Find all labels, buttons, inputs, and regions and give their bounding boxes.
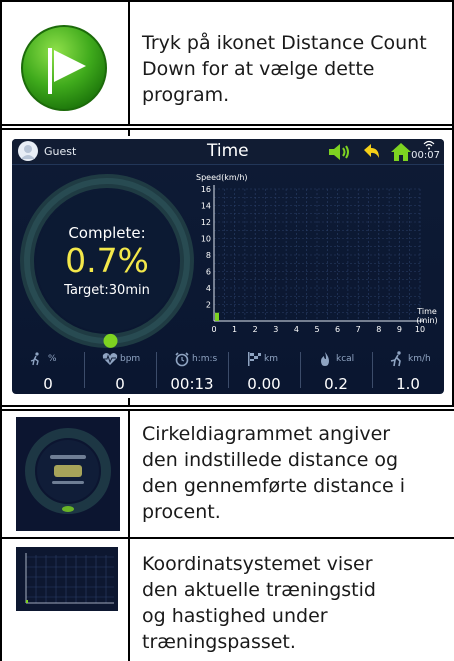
treadmill-screen: Guest Time 00:07 Complete: 0.7% Target:3… [12,139,444,394]
y-tick-label: 10 [201,235,211,244]
target-label: Target:30min [64,283,150,298]
y-tick-label: 16 [201,185,211,194]
x-tick-label: 8 [376,325,381,334]
back-arrow-icon[interactable] [362,142,382,162]
row-divider-2b [0,409,454,411]
col-divider-row3 [128,411,130,537]
complete-label: Complete: [68,224,146,242]
stats-bar: % 0 bpm 0 h:m:s 00:13 km 0.00 kcal 0.2 km/h 1.0 [12,346,444,394]
avatar-icon[interactable] [18,141,38,161]
instruction-line: Down for at vælge dette [142,58,375,80]
top-bar: Guest Time 00:07 [12,139,444,165]
clock: 00:07 [411,150,440,161]
stat-value: 0 [115,375,125,393]
stat-divider [156,352,157,388]
stat-divider [300,352,301,388]
stat-unit: h:m:s [192,354,218,364]
x-tick-label: 1 [232,325,237,334]
stat-value: 0.2 [324,375,348,393]
flag-play-icon [20,24,108,112]
wifi-icon [423,140,435,150]
chart-x-label: Time (min) [416,307,438,325]
description-line: den gennemførte distance i [142,475,405,497]
stat-value: 0 [43,375,53,393]
stat-divider [84,352,85,388]
description-line: Cirkeldiagrammet angiver [142,423,391,445]
description-line: træningspasset. [142,631,296,653]
y-tick-label: 6 [206,268,211,277]
instruction-line: Tryk på ikonet Distance Count [142,32,427,54]
speed-bar [215,312,219,321]
row-divider-2 [0,405,454,407]
stat-unit: km [264,354,278,364]
description-line: Koordinatsystemet viser [142,553,373,575]
col-divider-row2 [128,128,130,136]
stat-cell: km/h 1.0 [372,346,444,394]
stat-cell: km 0.00 [228,346,300,394]
speed-runner-icon [390,351,404,371]
y-tick-label: 8 [206,251,211,260]
description-line: og hastighed under [142,605,328,627]
alarm-clock-icon [174,351,190,371]
runner-icon [30,351,42,370]
x-tick-label: 7 [356,325,361,334]
stat-unit: bpm [120,354,141,364]
chart-x-label-text: Time (min) [416,307,438,325]
home-icon[interactable] [390,142,412,162]
x-tick-label: 10 [415,325,425,334]
x-tick-label: 5 [314,325,319,334]
x-tick-label: 0 [211,325,216,334]
stat-cell: h:m:s 00:13 [156,346,228,394]
flame-icon [318,351,332,371]
x-tick-label: 6 [335,325,340,334]
instruction-line: program. [142,84,230,106]
stat-unit: % [48,354,57,364]
y-tick-label: 14 [201,202,211,211]
y-tick-label: 4 [206,284,211,293]
stat-cell: bpm 0 [84,346,156,394]
stat-divider [372,352,373,388]
instruction-row-1: Tryk på ikonet Distance Count Down for a… [0,0,454,125]
description-line: procent. [142,501,221,523]
row-divider-1b [0,128,454,130]
x-tick-label: 2 [253,325,258,334]
progress-ring: Complete: 0.7% Target:30min [19,173,195,349]
speed-chart: Speed(km/h) 2 4 6 8 10 12 14 16 0 1 2 3 4 5 6 7 8 9 10 Tim… [184,169,440,349]
stat-unit: km/h [408,354,431,364]
checkered-flag-icon [246,351,262,371]
stat-unit: kcal [336,354,355,364]
description-line: den indstillede distance og [142,449,399,471]
coordinate-chart-thumbnail [16,547,118,611]
complete-value: 0.7% [65,241,149,280]
description-line: den aktuelle træningstid [142,579,376,601]
col-divider-row2b [128,398,130,407]
y-tick-label: 2 [206,301,211,310]
user-name: Guest [44,145,77,158]
stat-cell: % 0 [12,346,84,394]
stat-value: 0.00 [247,375,281,393]
speed-chart-svg: 2468101214160 1 2 3 4 5 6 7 8 9 10 [201,185,425,334]
circle-chart-thumbnail [16,417,120,531]
speaker-icon[interactable] [328,143,352,161]
stat-value: 00:13 [170,375,214,393]
x-tick-label: 4 [294,325,299,334]
heart-icon [102,351,118,370]
x-tick-label: 3 [273,325,278,334]
x-tick-label: 9 [397,325,402,334]
screen-title: Time [207,141,249,161]
stat-divider [228,352,229,388]
row-divider-3 [0,537,454,539]
y-tick-label: 12 [201,218,211,227]
stat-value: 1.0 [396,375,420,393]
stat-cell: kcal 0.2 [300,346,372,394]
col-divider-row4 [128,539,130,661]
